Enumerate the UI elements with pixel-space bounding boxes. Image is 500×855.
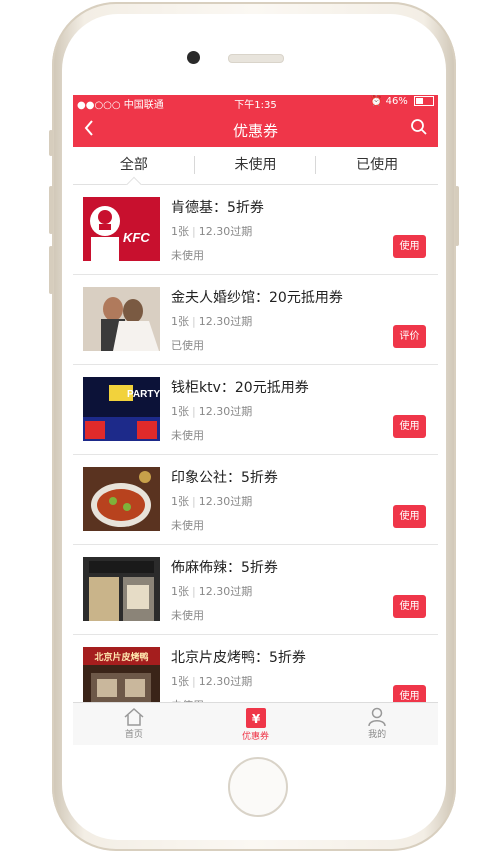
volume-down-button xyxy=(49,246,53,294)
coupon-item[interactable]: 金夫人婚纱馆：20元抵用券 1张 | 12.30过期 已使用 评价 xyxy=(73,275,438,365)
volume-up-button xyxy=(49,186,53,234)
coupon-thumbnail-kfc: KFC xyxy=(83,197,160,261)
coupon-item[interactable]: KFC 肯德基：5折券 1张 | 12.30过期 未使用 使用 xyxy=(73,185,438,275)
coupon-expiry: 12.30过期 xyxy=(198,585,253,598)
coupon-meta: 1张 | 12.30过期 xyxy=(171,675,253,688)
coupon-meta: 1张 | 12.30过期 xyxy=(171,315,253,328)
coupon-title: 印象公社：5折券 xyxy=(171,470,278,486)
coupon-meta: 1张 | 12.30过期 xyxy=(171,585,253,598)
tab-label: 已使用 xyxy=(356,157,399,173)
review-button[interactable]: 评价 xyxy=(393,325,426,348)
use-button[interactable]: 使用 xyxy=(393,235,426,258)
tab-label: 全部 xyxy=(119,157,148,173)
coupon-count: 1张 xyxy=(171,225,189,238)
coupon-title: 佈麻佈辣：5折券 xyxy=(171,560,278,576)
profile-icon xyxy=(368,707,386,727)
front-camera xyxy=(187,51,200,64)
coupon-status: 未使用 xyxy=(171,429,204,442)
battery-status: ⏰ 46% xyxy=(370,96,434,107)
tabbar-label: 我的 xyxy=(368,730,387,740)
earpiece-speaker xyxy=(228,54,284,63)
tabbar-label: 优惠券 xyxy=(242,732,270,742)
alarm-icon: ⏰ xyxy=(369,96,383,107)
coupon-count: 1张 xyxy=(171,315,189,328)
coupon-count: 1张 xyxy=(171,405,189,418)
battery-percent: 46% xyxy=(385,96,408,107)
coupon-title: 钱柜ktv：20元抵用券 xyxy=(171,380,309,396)
coupon-status: 未使用 xyxy=(171,249,204,262)
coupon-icon: ¥ xyxy=(245,708,266,728)
coupon-title: 北京片皮烤鸭：5折券 xyxy=(171,650,306,666)
nav-bar: 优惠券 xyxy=(73,111,438,147)
coupon-count: 1张 xyxy=(171,675,189,688)
app-screen: ●●○○○ 中国联通 下午1:35 ⏰ 46% 优惠券 全部 未使用 已使用 K… xyxy=(73,95,438,745)
home-button[interactable] xyxy=(228,757,288,817)
kfc-logo-text: KFC xyxy=(123,230,150,245)
coupon-expiry: 12.30过期 xyxy=(198,315,253,328)
coupon-item[interactable]: 佈麻佈辣：5折券 1张 | 12.30过期 未使用 使用 xyxy=(73,545,438,635)
coupon-thumbnail-restaurant xyxy=(83,557,160,621)
ktv-sign-text: PARTY xyxy=(127,389,160,400)
coupon-list: KFC 肯德基：5折券 1张 | 12.30过期 未使用 使用 金夫人婚纱馆：20元… xyxy=(73,185,438,725)
bottom-tab-bar: 首页 ¥ 优惠券 我的 xyxy=(73,702,438,745)
coupon-title: 肯德基：5折券 xyxy=(171,200,264,216)
coupon-title: 金夫人婚纱馆：20元抵用券 xyxy=(171,290,343,306)
coupon-item[interactable]: PARTY 钱柜ktv：20元抵用券 1张 | 12.30过期 未使用 使用 xyxy=(73,365,438,455)
coupon-status: 未使用 xyxy=(171,519,204,532)
svg-text:¥: ¥ xyxy=(251,712,260,726)
coupon-expiry: 12.30过期 xyxy=(198,405,253,418)
coupon-status: 未使用 xyxy=(171,609,204,622)
status-bar: ●●○○○ 中国联通 下午1:35 ⏰ 46% xyxy=(73,95,438,111)
tabbar-home[interactable]: 首页 xyxy=(73,703,195,745)
tab-all[interactable]: 全部 xyxy=(73,147,195,193)
duck-sign-text: 北京片皮烤鸭 xyxy=(94,651,148,663)
tab-used[interactable]: 已使用 xyxy=(316,147,438,184)
tabbar-label: 首页 xyxy=(124,730,143,740)
coupon-status: 已使用 xyxy=(171,339,204,352)
coupon-meta: 1张 | 12.30过期 xyxy=(171,405,253,418)
tabbar-coupons[interactable]: ¥ 优惠券 xyxy=(195,703,317,745)
coupon-count: 1张 xyxy=(171,495,189,508)
coupon-meta: 1张 | 12.30过期 xyxy=(171,225,253,238)
use-button[interactable]: 使用 xyxy=(393,505,426,528)
coupon-expiry: 12.30过期 xyxy=(198,495,253,508)
coupon-count: 1张 xyxy=(171,585,189,598)
coupon-expiry: 12.30过期 xyxy=(198,225,253,238)
coupon-thumbnail-food xyxy=(83,467,160,531)
page-title: 优惠券 xyxy=(232,122,278,140)
home-icon xyxy=(124,707,144,726)
tab-label: 未使用 xyxy=(234,157,277,173)
mute-switch xyxy=(49,130,53,156)
coupon-expiry: 12.30过期 xyxy=(198,675,253,688)
battery-icon xyxy=(414,96,434,106)
coupon-thumbnail-ktv: PARTY xyxy=(83,377,160,441)
use-button[interactable]: 使用 xyxy=(393,595,426,618)
power-button xyxy=(455,186,459,246)
tab-unused[interactable]: 未使用 xyxy=(195,147,317,184)
use-button[interactable]: 使用 xyxy=(393,415,426,438)
coupon-meta: 1张 | 12.30过期 xyxy=(171,495,253,508)
search-icon[interactable] xyxy=(410,118,428,140)
filter-tabs: 全部 未使用 已使用 xyxy=(73,147,438,193)
coupon-item[interactable]: 印象公社：5折券 1张 | 12.30过期 未使用 使用 xyxy=(73,455,438,545)
coupon-thumbnail-wedding xyxy=(83,287,160,351)
tabbar-profile[interactable]: 我的 xyxy=(316,703,438,745)
